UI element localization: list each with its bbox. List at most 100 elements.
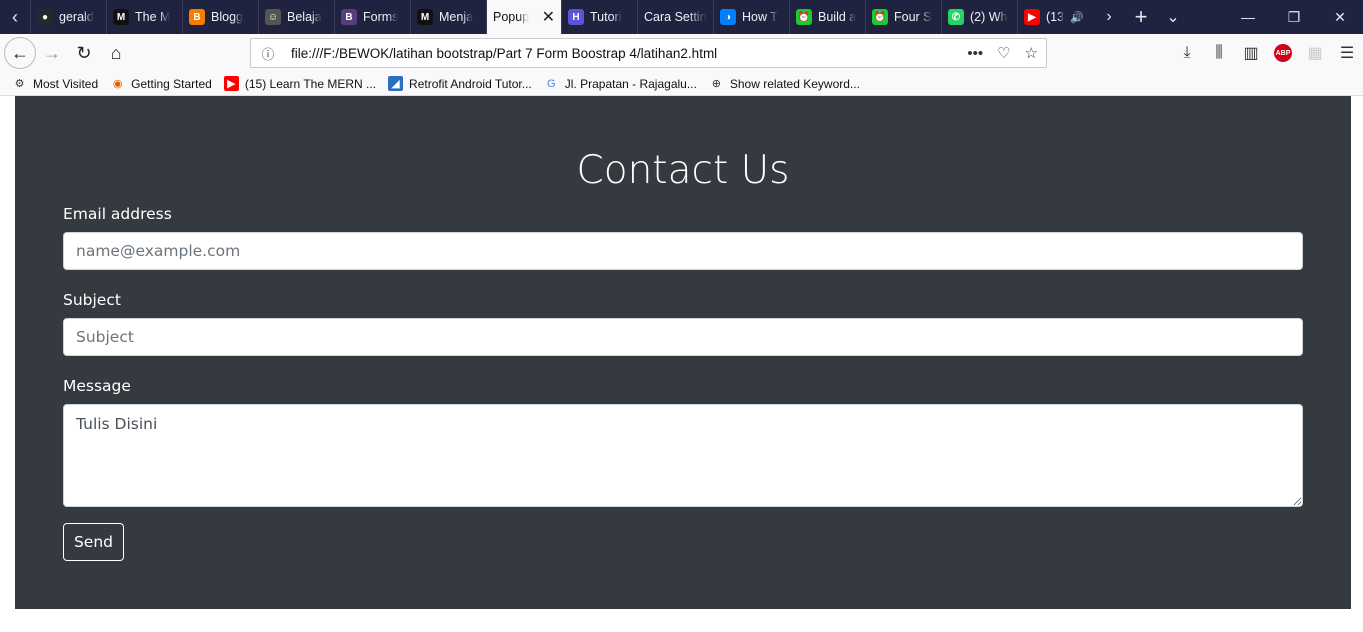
browser-tab[interactable]: ▶ (13 🔊: [1017, 0, 1093, 34]
tab-label: Tutori: [590, 10, 622, 24]
bootstrap-icon: B: [341, 9, 357, 25]
back-button[interactable]: ←: [4, 37, 36, 69]
reload-button[interactable]: ↻: [68, 37, 100, 69]
avatar-icon: ☺: [265, 9, 281, 25]
bookmark-label: Most Visited: [33, 76, 99, 91]
bookmark-item[interactable]: ◉ Getting Started: [110, 76, 212, 91]
tab-label: Popup: [493, 10, 530, 24]
list-all-tabs-button[interactable]: ⌄: [1157, 0, 1189, 34]
tab-label: Menja: [439, 10, 474, 24]
bookmarks-bar: ⚙ Most Visited ◉ Getting Started ▶ (15) Learn…: [0, 72, 1363, 96]
scroll-tabs-right-button[interactable]: ›: [1093, 0, 1125, 34]
retrofit-icon: ◢: [388, 76, 404, 91]
bookmark-star-icon[interactable]: ☆: [1025, 44, 1038, 62]
browser-tab[interactable]: B Blogg: [182, 0, 258, 34]
reload-icon: ↻: [76, 42, 92, 63]
github-icon: ●: [37, 9, 53, 25]
url-text[interactable]: file:///F:/BEWOK/latihan bootstrap/Part …: [291, 46, 967, 61]
close-window-button[interactable]: ✕: [1317, 0, 1363, 34]
bookmark-item[interactable]: ◢ Retrofit Android Tutor...: [388, 76, 532, 91]
globe-icon: ⊕: [711, 78, 721, 90]
hamburger-icon: ☰: [1339, 45, 1355, 62]
contact-panel: Contact Us Email address Subject Message…: [15, 96, 1351, 609]
tab-strip-controls: › + ⌄ — ❐ ✕: [1093, 0, 1363, 34]
library-icon: ⫼: [1215, 44, 1223, 61]
tab-label: Belaja: [287, 10, 322, 24]
gear-icon: ⚙: [14, 78, 25, 90]
arrow-left-icon: ←: [11, 42, 29, 63]
tab-label: The M: [135, 10, 171, 24]
browser-tab[interactable]: ☺ Belaja: [258, 0, 334, 34]
tab-list: ● gerald M The M B Blogg ☺ Belaja B Forms M Menja Po…: [30, 0, 1093, 34]
blogger-icon: B: [189, 9, 205, 25]
page-title: Contact Us: [576, 148, 790, 193]
email-label: Email address: [63, 205, 172, 223]
tab-label: Cara Settin: [644, 10, 707, 24]
adblock-icon: ABP: [1274, 44, 1292, 62]
page-content: Contact Us Email address Subject Message…: [0, 96, 1363, 632]
browser-tab[interactable]: ◑ How T: [713, 0, 789, 34]
message-field[interactable]: Tulis Disini: [63, 404, 1303, 507]
whatsapp-icon: ✆: [948, 9, 964, 25]
alarm-icon: ⏰: [872, 9, 888, 25]
minimize-button[interactable]: —: [1225, 0, 1271, 34]
browser-tab[interactable]: M Menja: [410, 0, 486, 34]
youtube-icon: ▶: [223, 76, 239, 91]
forward-button[interactable]: →: [36, 37, 68, 69]
browser-tab[interactable]: ⏰ Four S: [865, 0, 941, 34]
bookmark-item[interactable]: ⊕ Show related Keyword...: [709, 76, 860, 91]
send-button[interactable]: Send: [63, 523, 124, 561]
tab-label: Four S: [894, 10, 932, 24]
email-field[interactable]: [63, 232, 1303, 270]
toolbar-right: ⤓ ⫼ ▥ ABP ▦ ☰: [1171, 34, 1363, 72]
tab-strip: ‹ ● gerald M The M B Blogg ☺ Belaja B Forms M Menja…: [0, 0, 1363, 34]
bookmark-label: Retrofit Android Tutor...: [409, 76, 532, 91]
new-tab-button[interactable]: +: [1125, 0, 1157, 34]
tab-label: (2) Wh: [970, 10, 1008, 24]
medium-icon: M: [113, 9, 129, 25]
pocket-icon[interactable]: ♡: [997, 44, 1010, 62]
tab-label: How T: [742, 10, 778, 24]
tab-label: (13: [1046, 10, 1065, 24]
speaker-icon[interactable]: 🔊: [1070, 11, 1084, 24]
home-icon: ⌂: [110, 42, 122, 63]
browser-tab[interactable]: M The M: [106, 0, 182, 34]
browser-tab[interactable]: ⏰ Build a: [789, 0, 865, 34]
youtube-icon: ▶: [1024, 9, 1040, 25]
library-button[interactable]: ⫼: [1203, 37, 1235, 69]
tab-label: gerald: [59, 10, 94, 24]
browser-tab[interactable]: Popup ✕: [486, 0, 561, 34]
browser-tab[interactable]: B Forms: [334, 0, 410, 34]
scroll-tabs-left-button[interactable]: ‹: [0, 0, 30, 34]
menu-button[interactable]: ☰: [1331, 37, 1363, 69]
home-button[interactable]: ⌂: [100, 37, 132, 69]
extension-icon: ▦: [1307, 45, 1323, 62]
medium-icon: M: [417, 9, 433, 25]
alarm-icon: ⏰: [796, 9, 812, 25]
tab-label: Build a: [818, 10, 857, 24]
browser-tab[interactable]: Cara Settin: [637, 0, 713, 34]
close-tab-icon[interactable]: ✕: [542, 7, 555, 27]
downloads-button[interactable]: ⤓: [1171, 37, 1203, 69]
page-actions-icon[interactable]: •••: [967, 45, 983, 62]
address-bar[interactable]: ⓘ file:///F:/BEWOK/latihan bootstrap/Par…: [250, 38, 1047, 68]
info-icon[interactable]: ⓘ: [259, 44, 277, 63]
browser-tab[interactable]: ● gerald: [30, 0, 106, 34]
bookmark-label: (15) Learn The MERN ...: [244, 76, 377, 91]
browser-tab[interactable]: ✆ (2) Wh: [941, 0, 1017, 34]
adblock-button[interactable]: ABP: [1267, 37, 1299, 69]
bookmark-label: Getting Started: [131, 76, 212, 91]
bookmark-item[interactable]: ⚙ Most Visited: [12, 76, 99, 91]
extension-button[interactable]: ▦: [1299, 37, 1331, 69]
sidebar-icon: ▥: [1243, 45, 1259, 62]
message-label: Message: [63, 377, 131, 395]
google-icon: G: [546, 77, 556, 90]
sidebar-button[interactable]: ▥: [1235, 37, 1267, 69]
navigation-bar: ← → ↻ ⌂ ⓘ file:///F:/BEWOK/latihan boots…: [0, 34, 1363, 72]
bookmark-label: Jl. Prapatan - Rajagalu...: [564, 76, 697, 91]
subject-field[interactable]: [63, 318, 1303, 356]
browser-tab[interactable]: H Tutori: [561, 0, 637, 34]
bookmark-item[interactable]: ▶ (15) Learn The MERN ...: [223, 76, 377, 91]
bookmark-item[interactable]: G Jl. Prapatan - Rajagalu...: [544, 76, 697, 91]
restore-button[interactable]: ❐: [1271, 0, 1317, 34]
